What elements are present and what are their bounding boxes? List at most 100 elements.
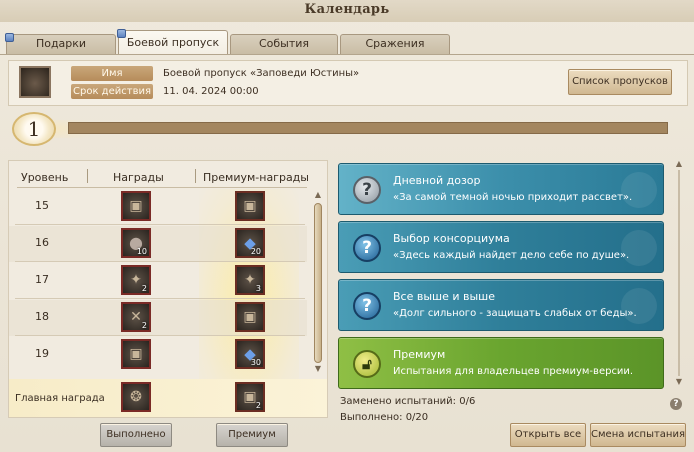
- row-divider: [15, 261, 305, 262]
- mission-deco-icon: [621, 172, 657, 208]
- item-quantity: 2: [141, 321, 147, 330]
- mission-description: «Здесь каждый найдет дело себе по душе».: [393, 250, 630, 261]
- row-level: 19: [35, 347, 49, 360]
- lock-icon: 🔓︎: [353, 350, 381, 378]
- header-divider: [17, 187, 307, 188]
- question-icon: ?: [353, 176, 381, 204]
- tab-divider: [0, 54, 694, 55]
- chest-icon[interactable]: ▣: [235, 191, 265, 221]
- mission-description: Испытания для владельцев премиум-версии.: [393, 366, 634, 377]
- chest-icon[interactable]: ▣: [121, 191, 151, 221]
- row-divider: [15, 335, 305, 336]
- item-quantity: 3: [255, 284, 261, 293]
- scroll-down-icon[interactable]: ▼: [674, 378, 684, 386]
- battle-pass-icon: [19, 66, 51, 98]
- item-quantity: 2: [255, 401, 261, 410]
- scroll-track: [678, 170, 680, 376]
- mission-card[interactable]: ? Дневной дозор «За самой темной ночью п…: [338, 163, 664, 215]
- help-icon[interactable]: ?: [670, 398, 682, 410]
- tab-gifts[interactable]: Подарки: [5, 33, 116, 54]
- chest-icon[interactable]: ▣ 2: [235, 382, 265, 412]
- period-label: Срок действия: [71, 84, 153, 99]
- chest-glyph-icon: ▣: [243, 198, 257, 214]
- amulet-icon[interactable]: ❂: [121, 382, 151, 412]
- completed-count: Выполнено: 0/20: [340, 412, 429, 423]
- row-level: 17: [35, 273, 49, 286]
- name-label: Имя: [71, 66, 153, 81]
- mission-card[interactable]: ? Все выше и выше «Долг сильного - защищ…: [338, 279, 664, 331]
- mission-deco-icon: [621, 230, 657, 266]
- change-trial-button[interactable]: Смена испытания: [590, 423, 686, 447]
- chest-glyph-icon: ▣: [129, 346, 143, 362]
- mission-description: «За самой темной ночью приходит рассвет»…: [393, 192, 633, 203]
- reward-row: 17 ✦ 2 ✦ 3: [9, 263, 307, 299]
- premium-button[interactable]: Премиум: [216, 423, 288, 447]
- main-reward-label: Главная награда: [15, 393, 105, 404]
- mission-title: Дневной дозор: [393, 174, 481, 187]
- blue-crystal-icon[interactable]: ◆ 30: [235, 339, 265, 369]
- missions-scrollbar[interactable]: ▲ ▼: [674, 160, 684, 386]
- open-all-button[interactable]: Открыть все: [510, 423, 586, 447]
- amulet-glyph-icon: ❂: [130, 389, 142, 405]
- mission-deco-icon: [621, 288, 657, 324]
- tab-bar: Подарки Боевой пропуск События Сражения: [5, 29, 456, 55]
- rewards-panel: Уровень Награды Премиум-награды 15 ▣ ▣ 1…: [8, 160, 328, 418]
- rewards-scrollbar[interactable]: ▲ ▼: [313, 191, 323, 373]
- tab-label: Подарки: [35, 37, 87, 50]
- scroll-down-icon[interactable]: ▼: [313, 365, 323, 373]
- reward-row: 15 ▣ ▣: [9, 189, 307, 225]
- header-level: Уровень: [21, 171, 69, 184]
- mission-card[interactable]: 🔓︎ Премиум Испытания для владельцев прем…: [338, 337, 664, 389]
- tab-battles[interactable]: Сражения: [340, 34, 450, 54]
- header-separator: [87, 169, 88, 183]
- pass-list-button[interactable]: Список пропусков: [568, 69, 672, 95]
- header-premium: Премиум-награды: [203, 171, 309, 184]
- row-level: 16: [35, 236, 49, 249]
- window-title: Календарь: [304, 2, 390, 17]
- reward-row: 18 ✕ 2 ▣: [9, 300, 307, 336]
- reward-row: 16 ● 10 ◆ 20: [9, 226, 307, 262]
- calendar-window: Календарь Подарки Боевой пропуск События…: [0, 0, 694, 452]
- header-rewards: Награды: [113, 171, 164, 184]
- orb-icon[interactable]: ● 10: [121, 228, 151, 258]
- chest-glyph-icon: ▣: [129, 198, 143, 214]
- chest-glyph-icon: ▣: [243, 309, 257, 325]
- tab-label: Сражения: [365, 37, 425, 50]
- header-separator: [195, 169, 196, 183]
- replaced-trials-count: Заменено испытаний: 0/6: [340, 396, 476, 407]
- item-quantity: 2: [141, 284, 147, 293]
- title-bar: Календарь: [0, 0, 694, 22]
- item-quantity: 20: [250, 247, 261, 256]
- tab-label: События: [258, 37, 310, 50]
- tab-label: Боевой пропуск: [126, 36, 220, 49]
- mission-card[interactable]: ? Выбор консорциума «Здесь каждый найдет…: [338, 221, 664, 273]
- scroll-up-icon[interactable]: ▲: [313, 191, 323, 199]
- chest-icon[interactable]: ▣: [235, 302, 265, 332]
- item-quantity: 30: [250, 358, 261, 367]
- reward-row: 19 ▣ ◆ 30: [9, 337, 307, 373]
- scroll-thumb[interactable]: [314, 203, 322, 363]
- pass-period: 11. 04. 2024 00:00: [163, 86, 259, 97]
- row-divider: [15, 298, 305, 299]
- scroll-up-icon[interactable]: ▲: [674, 160, 684, 168]
- mission-description: «Долг сильного - защищать слабых от беды…: [393, 308, 637, 319]
- question-icon: ?: [353, 234, 381, 262]
- tab-marker-icon: [5, 33, 14, 42]
- dark-item-icon[interactable]: ✦ 2: [121, 265, 151, 295]
- row-divider: [15, 224, 305, 225]
- tab-battle-pass[interactable]: Боевой пропуск: [117, 29, 228, 55]
- completed-button[interactable]: Выполнено: [100, 423, 172, 447]
- mission-title: Премиум: [393, 348, 446, 361]
- tab-marker-icon: [117, 29, 126, 38]
- mission-title: Выбор консорциума: [393, 232, 510, 245]
- level-progress-bar: [68, 122, 668, 134]
- pass-name: Боевой пропуск «Заповеди Юстины»: [163, 68, 360, 79]
- row-level: 18: [35, 310, 49, 323]
- question-icon: ?: [353, 292, 381, 320]
- level-progress: 1: [10, 112, 680, 146]
- dark-item-icon[interactable]: ✦ 3: [235, 265, 265, 295]
- tab-events[interactable]: События: [230, 34, 338, 54]
- scroll-icon[interactable]: ✕ 2: [121, 302, 151, 332]
- chest-icon[interactable]: ▣: [121, 339, 151, 369]
- blue-crystal-icon[interactable]: ◆ 20: [235, 228, 265, 258]
